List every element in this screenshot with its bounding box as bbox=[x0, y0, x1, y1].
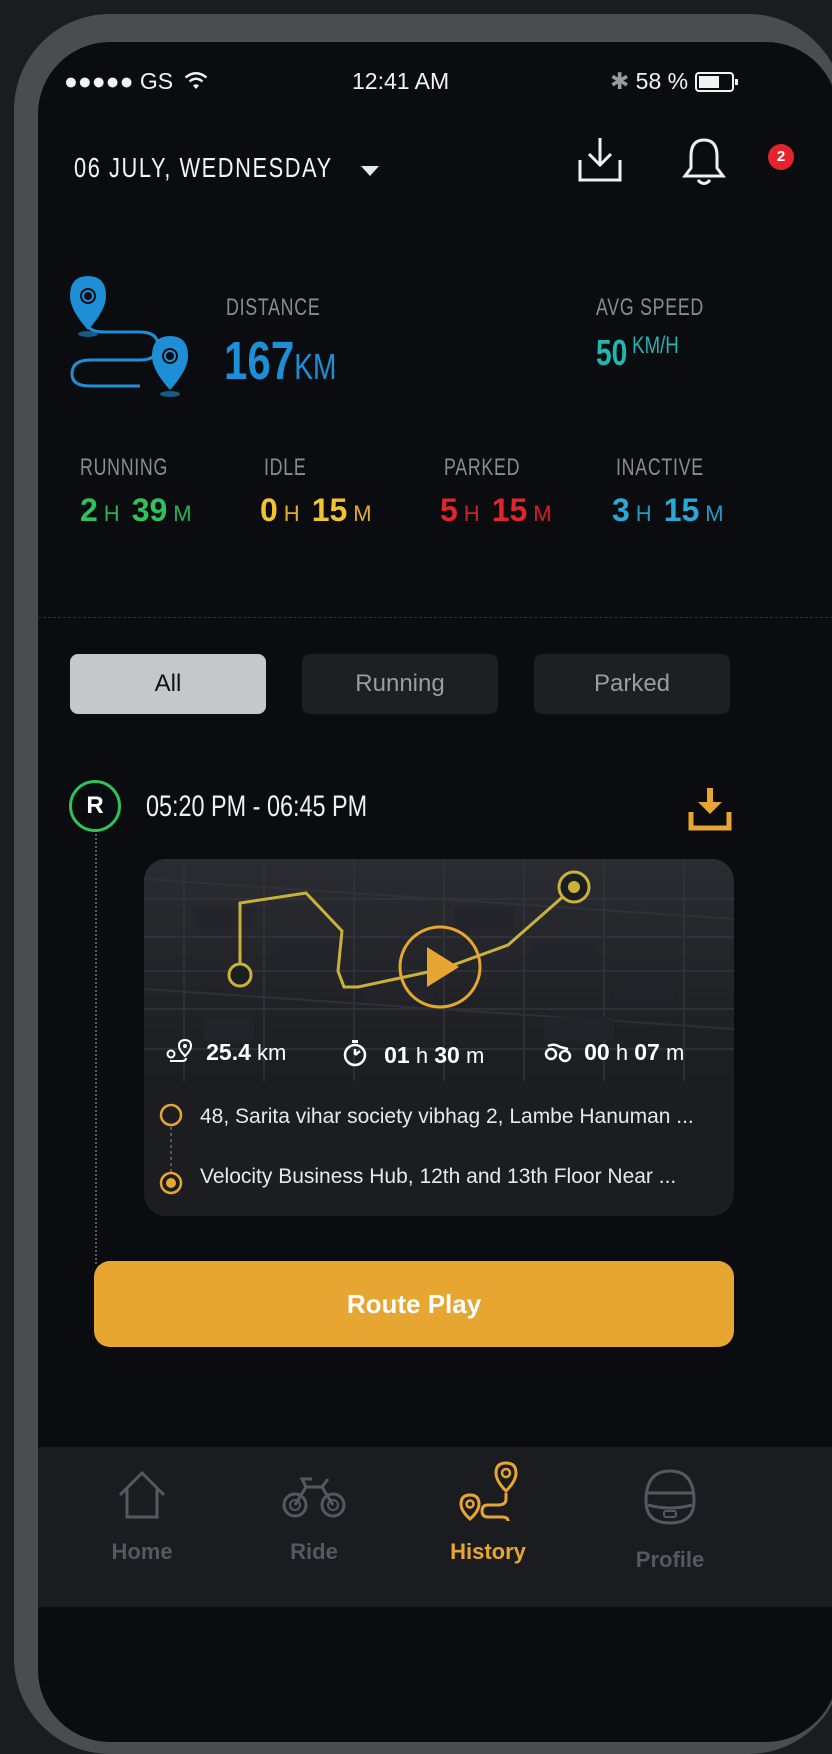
nav-profile-label[interactable]: Profile bbox=[600, 1547, 740, 1573]
download-icon[interactable] bbox=[574, 134, 626, 186]
idle-scooter-icon bbox=[544, 1043, 572, 1063]
trip-download-icon[interactable] bbox=[688, 786, 732, 832]
running-duration: 2 H 39 M bbox=[80, 492, 192, 528]
motorbike-icon[interactable] bbox=[282, 1473, 346, 1519]
inactive-label: INACTIVE bbox=[616, 454, 704, 481]
trip-type-badge: R bbox=[69, 780, 121, 832]
nav-history-label[interactable]: History bbox=[418, 1539, 558, 1565]
helmet-icon[interactable] bbox=[640, 1465, 700, 1529]
notification-badge: 2 bbox=[768, 144, 794, 170]
trip-duration: 01 h 30 m bbox=[342, 1039, 484, 1069]
chevron-down-icon[interactable] bbox=[361, 166, 379, 176]
avg-speed-label: AVG SPEED bbox=[596, 294, 704, 321]
timeline-line bbox=[95, 834, 97, 1264]
section-divider bbox=[38, 617, 832, 618]
parked-duration: 5 H 15 M bbox=[440, 492, 552, 528]
avg-speed-number: 50 bbox=[596, 332, 628, 373]
avg-speed-value: 50 KM/H bbox=[596, 332, 679, 374]
end-address: Velocity Business Hub, 12th and 13th Flo… bbox=[200, 1165, 677, 1188]
distance-value: 167KM bbox=[224, 330, 336, 392]
start-address: 48, Sarita vihar society vibhag 2, Lambe… bbox=[200, 1105, 694, 1128]
route-pins-icon bbox=[70, 276, 188, 397]
route-distance-icon bbox=[166, 1038, 193, 1062]
parked-label: PARKED bbox=[444, 454, 521, 481]
nav-ride-label[interactable]: Ride bbox=[244, 1539, 384, 1565]
status-battery: ✱ 58 % bbox=[610, 68, 739, 95]
battery-percent: 58 % bbox=[635, 68, 689, 94]
avg-speed-unit: KM/H bbox=[632, 332, 679, 359]
carrier-label: ●●●●● GS bbox=[64, 68, 174, 94]
distance-label: DISTANCE bbox=[226, 294, 321, 321]
trip-card[interactable]: 25.4 km 01 h 30 m 00 h 07 m 48, Sarita v… bbox=[144, 859, 734, 1216]
tab-running[interactable]: Running bbox=[302, 654, 498, 714]
battery-icon bbox=[694, 72, 738, 92]
route-play-button[interactable]: Route Play bbox=[94, 1261, 734, 1347]
wifi-icon bbox=[185, 72, 208, 89]
trip-distance: 25.4 km bbox=[166, 1038, 286, 1066]
tab-parked[interactable]: Parked bbox=[534, 654, 730, 714]
idle-label: IDLE bbox=[264, 454, 307, 481]
tab-all[interactable]: All bbox=[70, 654, 266, 714]
trip-idle-time: 00 h 07 m bbox=[544, 1039, 684, 1066]
bell-icon[interactable] bbox=[674, 132, 734, 192]
running-label: RUNNING bbox=[80, 454, 169, 481]
status-carrier: ●●●●● GS bbox=[64, 68, 209, 95]
home-icon[interactable] bbox=[116, 1469, 168, 1521]
bottom-nav: Home Ride History Profile bbox=[38, 1447, 832, 1607]
inactive-duration: 3 H 15 M bbox=[612, 492, 724, 528]
idle-duration: 0 H 15 M bbox=[260, 492, 372, 528]
date-selector[interactable]: 06 JULY, WEDNESDAY bbox=[74, 152, 333, 184]
address-route-markers bbox=[159, 1103, 183, 1195]
nav-home-label[interactable]: Home bbox=[72, 1539, 212, 1565]
status-time: 12:41 AM bbox=[352, 68, 450, 94]
bluetooth-icon: ✱ bbox=[610, 68, 630, 94]
history-route-icon[interactable] bbox=[456, 1459, 522, 1525]
distance-unit: KM bbox=[294, 346, 337, 387]
trip-time-range: 05:20 PM - 06:45 PM bbox=[146, 790, 368, 823]
distance-number: 167 bbox=[224, 331, 295, 391]
app-screen: ●●●●● GS 12:41 AM ✱ 58 % 06 JULY, WEDNES… bbox=[38, 42, 832, 1742]
stopwatch-icon bbox=[343, 1040, 367, 1067]
